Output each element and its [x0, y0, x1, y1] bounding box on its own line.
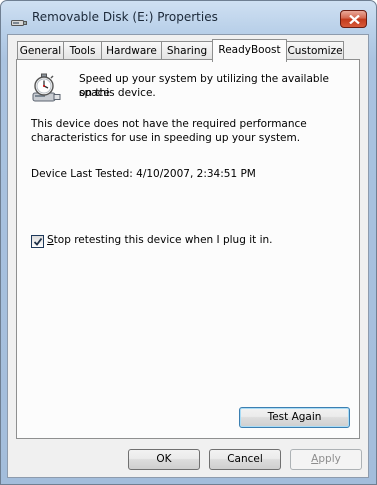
- title-bar[interactable]: Removable Disk (E:) Properties: [1, 1, 376, 35]
- close-icon: [349, 15, 360, 24]
- close-button[interactable]: [340, 10, 367, 28]
- window-title: Removable Disk (E:) Properties: [32, 10, 218, 24]
- tab-general[interactable]: General: [17, 41, 64, 60]
- tab-sharing[interactable]: Sharing: [161, 41, 213, 60]
- apply-button[interactable]: Apply: [290, 449, 362, 470]
- checkmark-icon: [33, 237, 43, 246]
- tab-customize[interactable]: Customize: [286, 41, 344, 60]
- stop-retesting-accel: S: [47, 234, 54, 246]
- cancel-button[interactable]: Cancel: [209, 449, 281, 470]
- tab-tools[interactable]: Tools: [63, 41, 102, 60]
- apply-text: pply: [318, 453, 341, 465]
- stop-retesting-checkbox[interactable]: [31, 235, 44, 248]
- status-message-line2: characteristics for use in speeding up y…: [31, 132, 301, 144]
- tab-readyboost[interactable]: ReadyBoost: [212, 39, 287, 62]
- tab-hardware[interactable]: Hardware: [101, 41, 162, 60]
- intro-text-line2: on this device.: [79, 87, 156, 99]
- device-last-tested: Device Last Tested: 4/10/2007, 2:34:51 P…: [31, 168, 256, 180]
- dialog-client-area: General Tools Hardware Sharing ReadyBoos…: [7, 34, 369, 478]
- readyboost-stopwatch-icon: [29, 72, 63, 106]
- test-again-button[interactable]: Test Again: [239, 407, 350, 428]
- usb-drive-icon: [11, 13, 27, 26]
- status-message-line1: This device does not have the required p…: [31, 118, 307, 130]
- stop-retesting-text: top retesting this device when I plug it…: [53, 234, 273, 246]
- readyboost-panel: Speed up your system by utilizing the av…: [16, 59, 360, 439]
- properties-window: Removable Disk (E:) Properties General T…: [0, 0, 377, 485]
- ok-button[interactable]: OK: [128, 449, 200, 470]
- stop-retesting-label[interactable]: Stop retesting this device when I plug i…: [47, 234, 272, 246]
